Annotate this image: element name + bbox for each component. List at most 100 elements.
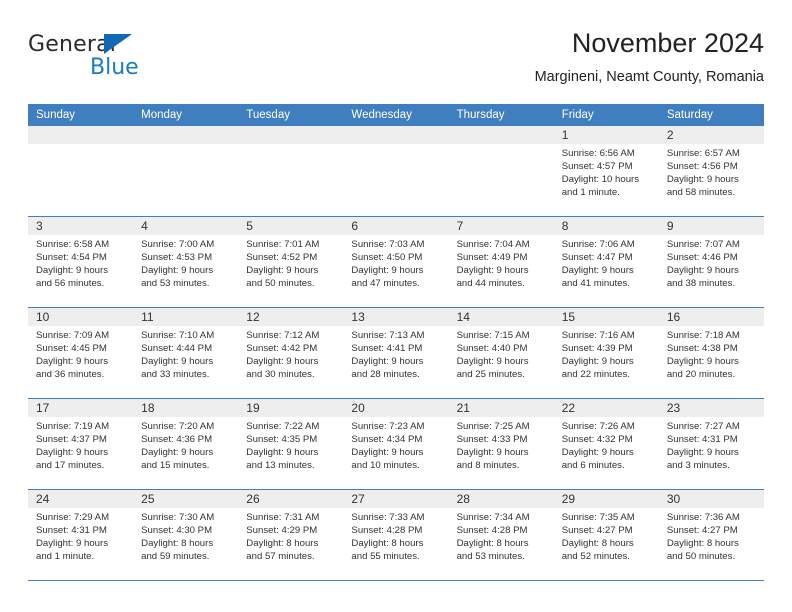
- day-cell-19[interactable]: 19 Sunrise: 7:22 AM Sunset: 4:35 PM Dayligh…: [238, 399, 344, 489]
- daylight-line-2: and 22 minutes.: [561, 369, 630, 381]
- daylight-line-1: Daylight: 9 hours: [36, 447, 108, 459]
- day-cell-27[interactable]: 27 Sunrise: 7:33 AM Sunset: 4:28 PM Dayligh…: [343, 490, 449, 580]
- sunrise-line: Sunrise: 7:31 AM: [246, 512, 320, 523]
- day-cell-11[interactable]: 11 Sunrise: 7:10 AM Sunset: 4:44 PM Dayligh…: [133, 308, 239, 398]
- day-cell-7[interactable]: 7 Sunrise: 7:04 AM Sunset: 4:49 PM Daylight…: [448, 217, 554, 307]
- day-cell-28[interactable]: 28 Sunrise: 7:34 AM Sunset: 4:28 PM Dayligh…: [448, 490, 554, 580]
- daylight-line-1: Daylight: 9 hours: [351, 356, 424, 368]
- daylight-line-2: and 52 minutes.: [561, 551, 630, 563]
- sunset-line: Sunset: 4:41 PM: [351, 343, 423, 355]
- day-cell-30[interactable]: 30 Sunrise: 7:36 AM Sunset: 4:27 PM Dayligh…: [658, 490, 764, 580]
- sunrise-line: Sunrise: 7:01 AM: [246, 239, 320, 250]
- day-number: 26: [246, 492, 260, 506]
- daylight-line-2: and 28 minutes.: [351, 369, 420, 381]
- day-info: Sunrise: 7:01 AM Sunset: 4:52 PM Daylight:…: [238, 235, 343, 290]
- day-cell-1[interactable]: 1 Sunrise: 6:56 AM Sunset: 4:57 PM Daylight…: [553, 126, 659, 216]
- day-info: Sunrise: 7:09 AM Sunset: 4:45 PM Daylight:…: [28, 326, 133, 381]
- day-cell-8[interactable]: 8 Sunrise: 7:06 AM Sunset: 4:47 PM Daylight…: [553, 217, 659, 307]
- day-cell-23[interactable]: 23 Sunrise: 7:27 AM Sunset: 4:31 PM Dayligh…: [658, 399, 764, 489]
- logo-text-blue: Blue: [90, 55, 139, 80]
- sunset-line: Sunset: 4:45 PM: [36, 343, 107, 355]
- day-cell-29[interactable]: 29 Sunrise: 7:35 AM Sunset: 4:27 PM Dayligh…: [553, 490, 659, 580]
- daylight-line-1: Daylight: 9 hours: [666, 447, 739, 459]
- day-number: 10: [36, 310, 50, 324]
- day-cell-5[interactable]: 5 Sunrise: 7:01 AM Sunset: 4:52 PM Daylight…: [238, 217, 344, 307]
- daylight-line-2: and 3 minutes.: [666, 460, 730, 472]
- day-cell-13[interactable]: 13 Sunrise: 7:13 AM Sunset: 4:41 PM Dayligh…: [343, 308, 449, 398]
- daylight-line-1: Daylight: 9 hours: [456, 356, 529, 368]
- daylight-line-1: Daylight: 9 hours: [351, 447, 424, 459]
- sunset-line: Sunset: 4:54 PM: [36, 252, 107, 264]
- day-number-band: 6: [343, 217, 449, 235]
- day-cell-24[interactable]: 24 Sunrise: 7:29 AM Sunset: 4:31 PM Dayligh…: [28, 490, 134, 580]
- sunset-line: Sunset: 4:33 PM: [456, 434, 528, 446]
- day-cell-empty: [343, 126, 449, 216]
- sunset-line: Sunset: 4:47 PM: [561, 252, 633, 264]
- weekday-header-thursday: Thursday: [456, 109, 505, 121]
- day-cell-25[interactable]: 25 Sunrise: 7:30 AM Sunset: 4:30 PM Dayligh…: [133, 490, 239, 580]
- day-number-band: 28: [448, 490, 554, 508]
- daylight-line-1: Daylight: 9 hours: [36, 538, 108, 550]
- day-number-band: [28, 126, 134, 144]
- day-cell-16[interactable]: 16 Sunrise: 7:18 AM Sunset: 4:38 PM Dayligh…: [658, 308, 764, 398]
- day-cell-15[interactable]: 15 Sunrise: 7:16 AM Sunset: 4:39 PM Dayligh…: [553, 308, 659, 398]
- day-cell-2[interactable]: 2 Sunrise: 6:57 AM Sunset: 4:56 PM Daylight…: [658, 126, 764, 216]
- day-number: 9: [666, 219, 674, 233]
- sunset-line: Sunset: 4:32 PM: [561, 434, 633, 446]
- day-info: [28, 144, 133, 147]
- day-number: 6: [351, 219, 359, 233]
- day-cell-14[interactable]: 14 Sunrise: 7:15 AM Sunset: 4:40 PM Dayligh…: [448, 308, 554, 398]
- sunset-line: Sunset: 4:39 PM: [561, 343, 633, 355]
- daylight-line-1: Daylight: 9 hours: [456, 447, 529, 459]
- triangle-logo-icon: [104, 34, 132, 54]
- day-cell-22[interactable]: 22 Sunrise: 7:26 AM Sunset: 4:32 PM Dayligh…: [553, 399, 659, 489]
- day-info: Sunrise: 7:00 AM Sunset: 4:53 PM Daylight:…: [133, 235, 238, 290]
- day-number: 22: [561, 401, 576, 415]
- daylight-line-1: Daylight: 8 hours: [141, 538, 214, 550]
- sunset-line: Sunset: 4:35 PM: [246, 434, 318, 446]
- day-info: Sunrise: 7:34 AM Sunset: 4:28 PM Daylight:…: [449, 508, 554, 563]
- sunset-line: Sunset: 4:38 PM: [666, 343, 738, 355]
- daylight-line-1: Daylight: 9 hours: [141, 447, 214, 459]
- day-cell-4[interactable]: 4 Sunrise: 7:00 AM Sunset: 4:53 PM Daylight…: [133, 217, 239, 307]
- day-cell-26[interactable]: 26 Sunrise: 7:31 AM Sunset: 4:29 PM Dayligh…: [238, 490, 344, 580]
- day-cell-21[interactable]: 21 Sunrise: 7:25 AM Sunset: 4:33 PM Dayligh…: [448, 399, 554, 489]
- sunrise-line: Sunrise: 6:56 AM: [561, 148, 635, 159]
- general-blue-logo[interactable]: General Blue: [28, 32, 228, 88]
- sunset-line: Sunset: 4:28 PM: [456, 525, 528, 537]
- sunset-line: Sunset: 4:30 PM: [141, 525, 213, 537]
- day-info: [238, 144, 343, 147]
- day-number: 16: [666, 310, 681, 324]
- daylight-line-2: and 8 minutes.: [456, 460, 520, 472]
- sunrise-line: Sunrise: 7:30 AM: [141, 512, 215, 523]
- day-cell-9[interactable]: 9 Sunrise: 7:07 AM Sunset: 4:46 PM Daylight…: [658, 217, 764, 307]
- daylight-line-2: and 30 minutes.: [246, 369, 315, 381]
- day-number: 13: [351, 310, 365, 324]
- day-cell-6[interactable]: 6 Sunrise: 7:03 AM Sunset: 4:50 PM Daylight…: [343, 217, 449, 307]
- day-info: Sunrise: 7:30 AM Sunset: 4:30 PM Daylight:…: [133, 508, 238, 563]
- weekday-header-friday: Friday: [561, 109, 594, 121]
- calendar-week-row: 1 Sunrise: 6:56 AM Sunset: 4:57 PM Daylight…: [28, 126, 764, 216]
- day-cell-3[interactable]: 3 Sunrise: 6:58 AM Sunset: 4:54 PM Daylight…: [28, 217, 134, 307]
- day-cell-20[interactable]: 20 Sunrise: 7:23 AM Sunset: 4:34 PM Dayligh…: [343, 399, 449, 489]
- day-number-band: 11: [133, 308, 239, 326]
- day-cell-17[interactable]: 17 Sunrise: 7:19 AM Sunset: 4:37 PM Dayligh…: [28, 399, 134, 489]
- daylight-line-1: Daylight: 9 hours: [561, 447, 634, 459]
- day-number-band: 14: [448, 308, 554, 326]
- day-info: Sunrise: 7:16 AM Sunset: 4:39 PM Daylight:…: [554, 326, 659, 381]
- day-cell-18[interactable]: 18 Sunrise: 7:20 AM Sunset: 4:36 PM Dayligh…: [133, 399, 239, 489]
- day-cell-10[interactable]: 10 Sunrise: 7:09 AM Sunset: 4:45 PM Dayligh…: [28, 308, 134, 398]
- sunrise-line: Sunrise: 7:19 AM: [36, 421, 110, 432]
- sunrise-line: Sunrise: 7:22 AM: [246, 421, 320, 432]
- daylight-line-1: Daylight: 8 hours: [456, 538, 529, 550]
- day-number-band: 12: [238, 308, 344, 326]
- daylight-line-2: and 17 minutes.: [36, 460, 105, 472]
- daylight-line-1: Daylight: 8 hours: [246, 538, 319, 550]
- logo-text-general: General: [28, 32, 117, 57]
- sunset-line: Sunset: 4:36 PM: [141, 434, 213, 446]
- day-cell-12[interactable]: 12 Sunrise: 7:12 AM Sunset: 4:42 PM Dayligh…: [238, 308, 344, 398]
- daylight-line-1: Daylight: 10 hours: [561, 174, 640, 186]
- daylight-line-2: and 25 minutes.: [456, 369, 525, 381]
- day-info: Sunrise: 7:19 AM Sunset: 4:37 PM Daylight:…: [28, 417, 133, 472]
- day-info: Sunrise: 6:56 AM Sunset: 4:57 PM Daylight:…: [554, 144, 659, 199]
